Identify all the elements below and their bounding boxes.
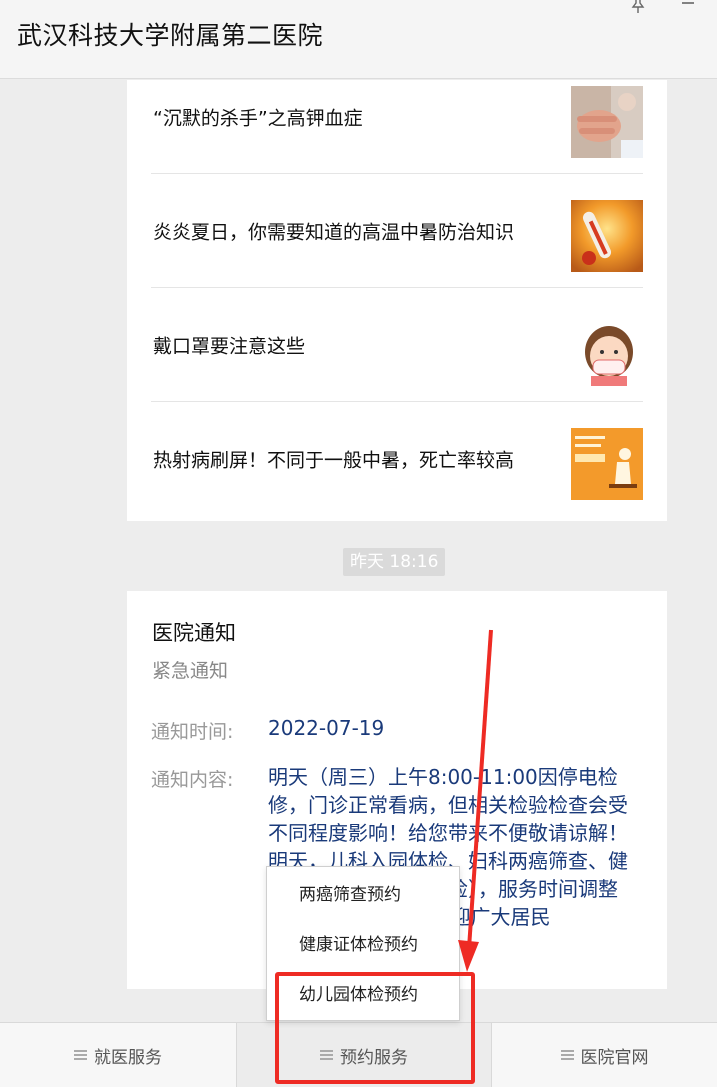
menu-tab-hospital-website[interactable]: 医院官网 [492, 1023, 717, 1087]
submenu-item-cancer-screening[interactable]: 两癌筛查预约 [267, 870, 459, 920]
menu-tab-appointment-services[interactable]: 预约服务 [236, 1023, 492, 1087]
article-title: 戴口罩要注意这些 [153, 335, 306, 357]
menu-tab-medical-services[interactable]: 就医服务 [0, 1023, 236, 1087]
window-title: 武汉科技大学附属第二医院 [17, 21, 324, 50]
menu-lines-icon [74, 1050, 87, 1061]
article-thumbnail [571, 86, 643, 158]
tab-label: 医院官网 [580, 1048, 649, 1068]
pin-icon[interactable] [630, 0, 646, 19]
bottom-menu-bar: 就医服务 预约服务 医院官网 [0, 1022, 717, 1087]
article-item[interactable]: 热射病刷屏！不同于一般中暑，死亡率较高 [151, 402, 643, 516]
notice-time-value: 2022-07-19 [268, 716, 385, 740]
title-bar: 武汉科技大学附属第二医院 [0, 0, 717, 79]
minimize-icon[interactable] [680, 0, 696, 19]
appointment-submenu: 两癌筛查预约 健康证体检预约 幼儿园体检预约 [266, 866, 460, 1021]
article-item[interactable]: 炎炎夏日，你需要知道的高温中暑防治知识 [151, 174, 643, 288]
article-list-card: “沉默的杀手”之高钾血症 炎炎夏日，你需要知道的高温中暑防治知识 戴口罩要注意这… [127, 80, 667, 521]
tab-label: 就医服务 [94, 1048, 162, 1068]
tab-label: 预约服务 [340, 1048, 408, 1068]
article-thumbnail [571, 428, 643, 500]
article-thumbnail [571, 314, 643, 386]
submenu-item-health-certificate[interactable]: 健康证体检预约 [267, 920, 459, 970]
notice-content-label: 通知内容: [151, 769, 234, 791]
menu-lines-icon [320, 1050, 333, 1061]
submenu-item-kindergarten-checkup[interactable]: 幼儿园体检预约 [267, 970, 459, 1020]
article-item[interactable]: 戴口罩要注意这些 [151, 288, 643, 402]
article-title: “沉默的杀手”之高钾血症 [153, 107, 363, 129]
article-thumbnail [571, 200, 643, 272]
notice-title: 医院通知 [152, 621, 236, 645]
article-item[interactable]: “沉默的杀手”之高钾血症 [151, 80, 643, 174]
menu-lines-icon [560, 1050, 574, 1061]
article-title: 热射病刷屏！不同于一般中暑，死亡率较高 [153, 449, 515, 472]
message-timestamp: 昨天 18:16 [343, 548, 446, 576]
notice-subtitle: 紧急通知 [152, 660, 229, 682]
article-title: 炎炎夏日，你需要知道的高温中暑防治知识 [153, 221, 515, 243]
notice-time-label: 通知时间: [151, 721, 234, 743]
